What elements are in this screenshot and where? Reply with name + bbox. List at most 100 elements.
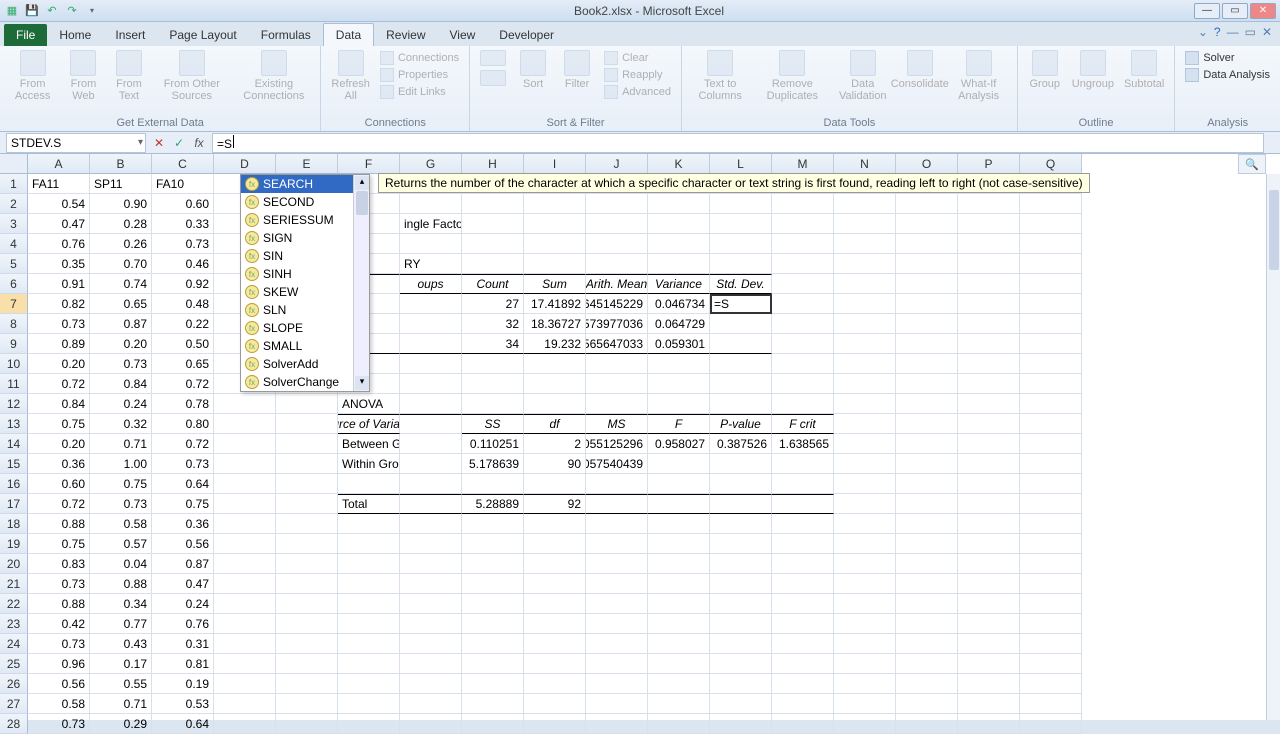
cell[interactable] bbox=[648, 214, 710, 234]
find-icon[interactable]: 🔍 bbox=[1238, 154, 1266, 174]
cell[interactable] bbox=[834, 334, 896, 354]
cell[interactable]: 0.73 bbox=[28, 634, 90, 654]
cell[interactable] bbox=[462, 554, 524, 574]
filter-button[interactable]: Filter bbox=[556, 48, 598, 92]
cell[interactable] bbox=[276, 434, 338, 454]
cell[interactable] bbox=[400, 494, 462, 514]
accept-formula-button[interactable]: ✓ bbox=[170, 134, 188, 152]
cell[interactable] bbox=[338, 554, 400, 574]
autocomplete-item[interactable]: fxSERIESSUM bbox=[241, 211, 369, 229]
row-header[interactable]: 1 bbox=[0, 174, 28, 194]
cell[interactable]: 0.88 bbox=[90, 574, 152, 594]
column-header[interactable]: B bbox=[90, 154, 152, 174]
cell[interactable]: 92 bbox=[524, 494, 586, 514]
cell[interactable] bbox=[586, 654, 648, 674]
cell[interactable] bbox=[400, 454, 462, 474]
cell[interactable] bbox=[400, 194, 462, 214]
cell[interactable] bbox=[648, 594, 710, 614]
cell[interactable] bbox=[772, 594, 834, 614]
cell[interactable] bbox=[648, 534, 710, 554]
cell[interactable]: 0.71 bbox=[90, 434, 152, 454]
cell[interactable] bbox=[958, 694, 1020, 714]
cell[interactable] bbox=[958, 674, 1020, 694]
cell[interactable] bbox=[710, 634, 772, 654]
cell[interactable]: 0.565647033 bbox=[586, 334, 648, 354]
cell[interactable]: 0.43 bbox=[90, 634, 152, 654]
cell[interactable] bbox=[1020, 374, 1082, 394]
cell[interactable] bbox=[772, 494, 834, 514]
cell[interactable] bbox=[214, 534, 276, 554]
cell[interactable] bbox=[648, 494, 710, 514]
cell[interactable] bbox=[710, 254, 772, 274]
cell[interactable] bbox=[772, 514, 834, 534]
cell[interactable] bbox=[400, 394, 462, 414]
cell[interactable]: 27 bbox=[462, 294, 524, 314]
cell[interactable] bbox=[834, 614, 896, 634]
properties-button[interactable]: Properties bbox=[376, 67, 463, 83]
cell[interactable]: Within Groups bbox=[338, 454, 400, 474]
column-header[interactable]: P bbox=[958, 154, 1020, 174]
cell[interactable] bbox=[834, 414, 896, 434]
cell[interactable] bbox=[834, 274, 896, 294]
cell[interactable]: oups bbox=[400, 274, 462, 294]
cell[interactable] bbox=[276, 614, 338, 634]
cell[interactable]: Variance bbox=[648, 274, 710, 294]
cell[interactable] bbox=[524, 354, 586, 374]
row-header[interactable]: 26 bbox=[0, 674, 28, 694]
cell[interactable] bbox=[1020, 334, 1082, 354]
cell[interactable] bbox=[1020, 414, 1082, 434]
cell[interactable] bbox=[276, 674, 338, 694]
cell[interactable] bbox=[400, 634, 462, 654]
tab-home[interactable]: Home bbox=[47, 24, 103, 46]
cell[interactable] bbox=[772, 674, 834, 694]
cell[interactable] bbox=[896, 434, 958, 454]
cell[interactable]: 0.60 bbox=[152, 194, 214, 214]
cell[interactable] bbox=[896, 674, 958, 694]
row-header[interactable]: 28 bbox=[0, 714, 28, 734]
cell[interactable] bbox=[772, 214, 834, 234]
cell[interactable]: 0.17 bbox=[90, 654, 152, 674]
cell[interactable] bbox=[772, 574, 834, 594]
cell[interactable] bbox=[338, 634, 400, 654]
cell[interactable] bbox=[276, 634, 338, 654]
cell[interactable] bbox=[586, 474, 648, 494]
help-icon[interactable]: ? bbox=[1214, 25, 1221, 39]
cell[interactable] bbox=[586, 494, 648, 514]
cell[interactable] bbox=[958, 494, 1020, 514]
close-button[interactable]: ✕ bbox=[1250, 3, 1276, 19]
cell[interactable] bbox=[896, 694, 958, 714]
cell[interactable] bbox=[772, 554, 834, 574]
cell[interactable] bbox=[338, 714, 400, 734]
clear-button[interactable]: Clear bbox=[600, 50, 675, 66]
row-header[interactable]: 20 bbox=[0, 554, 28, 574]
column-header[interactable]: F bbox=[338, 154, 400, 174]
cell[interactable]: 0.70 bbox=[90, 254, 152, 274]
cell[interactable]: 1.638565 bbox=[772, 434, 834, 454]
cell[interactable] bbox=[896, 574, 958, 594]
cell[interactable]: 0.04 bbox=[90, 554, 152, 574]
cell[interactable] bbox=[834, 694, 896, 714]
cell[interactable]: MS bbox=[586, 414, 648, 434]
autocomplete-item[interactable]: fxSEARCH bbox=[241, 175, 369, 193]
cell[interactable] bbox=[710, 714, 772, 734]
cell[interactable]: Sum bbox=[524, 274, 586, 294]
cell[interactable]: 0.81 bbox=[152, 654, 214, 674]
cell[interactable] bbox=[834, 514, 896, 534]
cell[interactable] bbox=[400, 574, 462, 594]
cell[interactable]: 5.28889 bbox=[462, 494, 524, 514]
cell[interactable] bbox=[524, 254, 586, 274]
cell[interactable]: 1.00 bbox=[90, 454, 152, 474]
cell[interactable]: FA11 bbox=[28, 174, 90, 194]
cell[interactable] bbox=[958, 554, 1020, 574]
cell[interactable] bbox=[586, 554, 648, 574]
cell[interactable] bbox=[338, 594, 400, 614]
cell[interactable]: =S bbox=[710, 294, 772, 314]
cell[interactable]: P-value bbox=[710, 414, 772, 434]
cell[interactable]: 0.84 bbox=[90, 374, 152, 394]
cell[interactable] bbox=[276, 714, 338, 734]
cell[interactable] bbox=[958, 354, 1020, 374]
undo-icon[interactable]: ↶ bbox=[44, 3, 60, 19]
cell[interactable]: Count bbox=[462, 274, 524, 294]
cell[interactable]: df bbox=[524, 414, 586, 434]
cell[interactable]: RY bbox=[400, 254, 462, 274]
